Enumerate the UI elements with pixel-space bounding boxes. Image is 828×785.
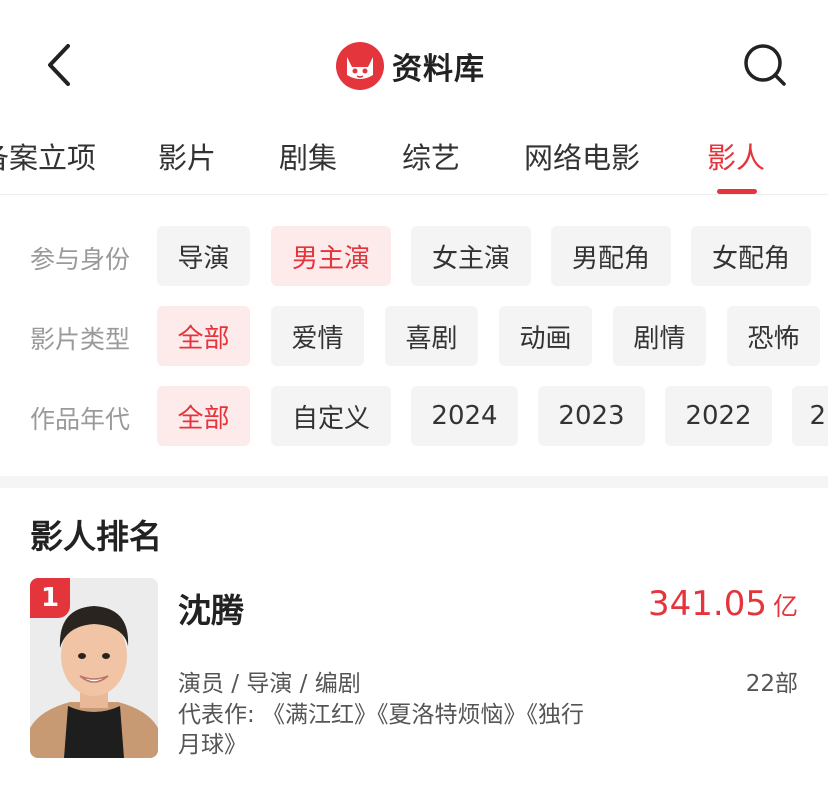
- chip-supporting-actress[interactable]: 女配角: [691, 226, 811, 286]
- filter-panel: 参与身份 导演 男主演 女主演 男配角 女配角 影片类型 全部 爱情 喜剧 动画…: [0, 196, 828, 476]
- tab-filing[interactable]: 备案立项: [0, 135, 96, 177]
- top-bar: 资料库: [0, 0, 828, 130]
- chip-genre-animation[interactable]: 动画: [499, 306, 592, 366]
- filter-row-identity: 参与身份 导演 男主演 女主演 男配角 女配角: [0, 226, 828, 286]
- representative-works: 代表作: 《满江红》《夏洛特烦恼》《独行月球》: [178, 702, 585, 758]
- filter-label-identity: 参与身份: [30, 245, 131, 274]
- tab-series[interactable]: 剧集: [279, 135, 337, 177]
- rank-badge: 1: [30, 578, 70, 618]
- chip-genre-all[interactable]: 全部: [157, 306, 250, 366]
- cat-logo-icon: [336, 42, 384, 90]
- chip-director[interactable]: 导演: [157, 226, 250, 286]
- tab-variety[interactable]: 综艺: [402, 135, 460, 177]
- person-name: 沈腾: [178, 591, 244, 630]
- chip-era-2023[interactable]: 2023: [538, 386, 645, 446]
- filter-row-era: 作品年代 全部 自定义 2024 2023 2022 2: [0, 386, 828, 446]
- chip-genre-horror[interactable]: 恐怖: [727, 306, 820, 366]
- chip-era-2024[interactable]: 2024: [411, 386, 518, 446]
- search-icon: [744, 44, 786, 86]
- search-button[interactable]: [740, 40, 790, 90]
- ranking-title: 影人排名: [30, 517, 162, 556]
- section-divider: [0, 476, 828, 488]
- chip-supporting-actor[interactable]: 男配角: [551, 226, 671, 286]
- chip-era-2021-partial[interactable]: 2: [792, 386, 828, 446]
- chip-genre-comedy[interactable]: 喜剧: [385, 306, 478, 366]
- chip-era-2022[interactable]: 2022: [665, 386, 772, 446]
- box-office-value: 341.05: [648, 584, 767, 624]
- filter-label-era: 作品年代: [30, 405, 131, 434]
- box-office-unit: 亿: [772, 592, 798, 621]
- chip-genre-romance[interactable]: 爱情: [271, 306, 364, 366]
- chip-lead-actress[interactable]: 女主演: [411, 226, 531, 286]
- chip-genre-drama[interactable]: 剧情: [613, 306, 706, 366]
- filter-label-genre: 影片类型: [30, 325, 131, 354]
- filter-row-genre: 影片类型 全部 爱情 喜剧 动画 剧情 恐怖: [0, 306, 828, 366]
- active-tab-indicator: [717, 189, 757, 194]
- back-button[interactable]: [36, 40, 84, 90]
- chip-era-all[interactable]: 全部: [157, 386, 250, 446]
- category-tabs: 备案立项 影片 剧集 综艺 网络电影 影人: [0, 125, 828, 195]
- page-header-title: 资料库: [336, 42, 485, 90]
- box-office-total: 341.05 亿: [648, 584, 798, 624]
- tab-people[interactable]: 影人: [707, 135, 765, 177]
- person-roles: 演员 / 导演 / 编剧: [178, 671, 361, 697]
- chip-lead-actor[interactable]: 男主演: [271, 226, 391, 286]
- page-title: 资料库: [392, 52, 485, 87]
- chip-era-custom[interactable]: 自定义: [271, 386, 391, 446]
- tab-web-movies[interactable]: 网络电影: [524, 135, 640, 177]
- works-count: 22部: [745, 671, 798, 697]
- ranking-list-item[interactable]: 1 沈腾 341.05 亿 演员 / 导演 / 编剧 22部 代表作: 《满江红…: [0, 576, 828, 776]
- chevron-left-icon: [48, 44, 70, 86]
- tab-films[interactable]: 影片: [158, 135, 216, 177]
